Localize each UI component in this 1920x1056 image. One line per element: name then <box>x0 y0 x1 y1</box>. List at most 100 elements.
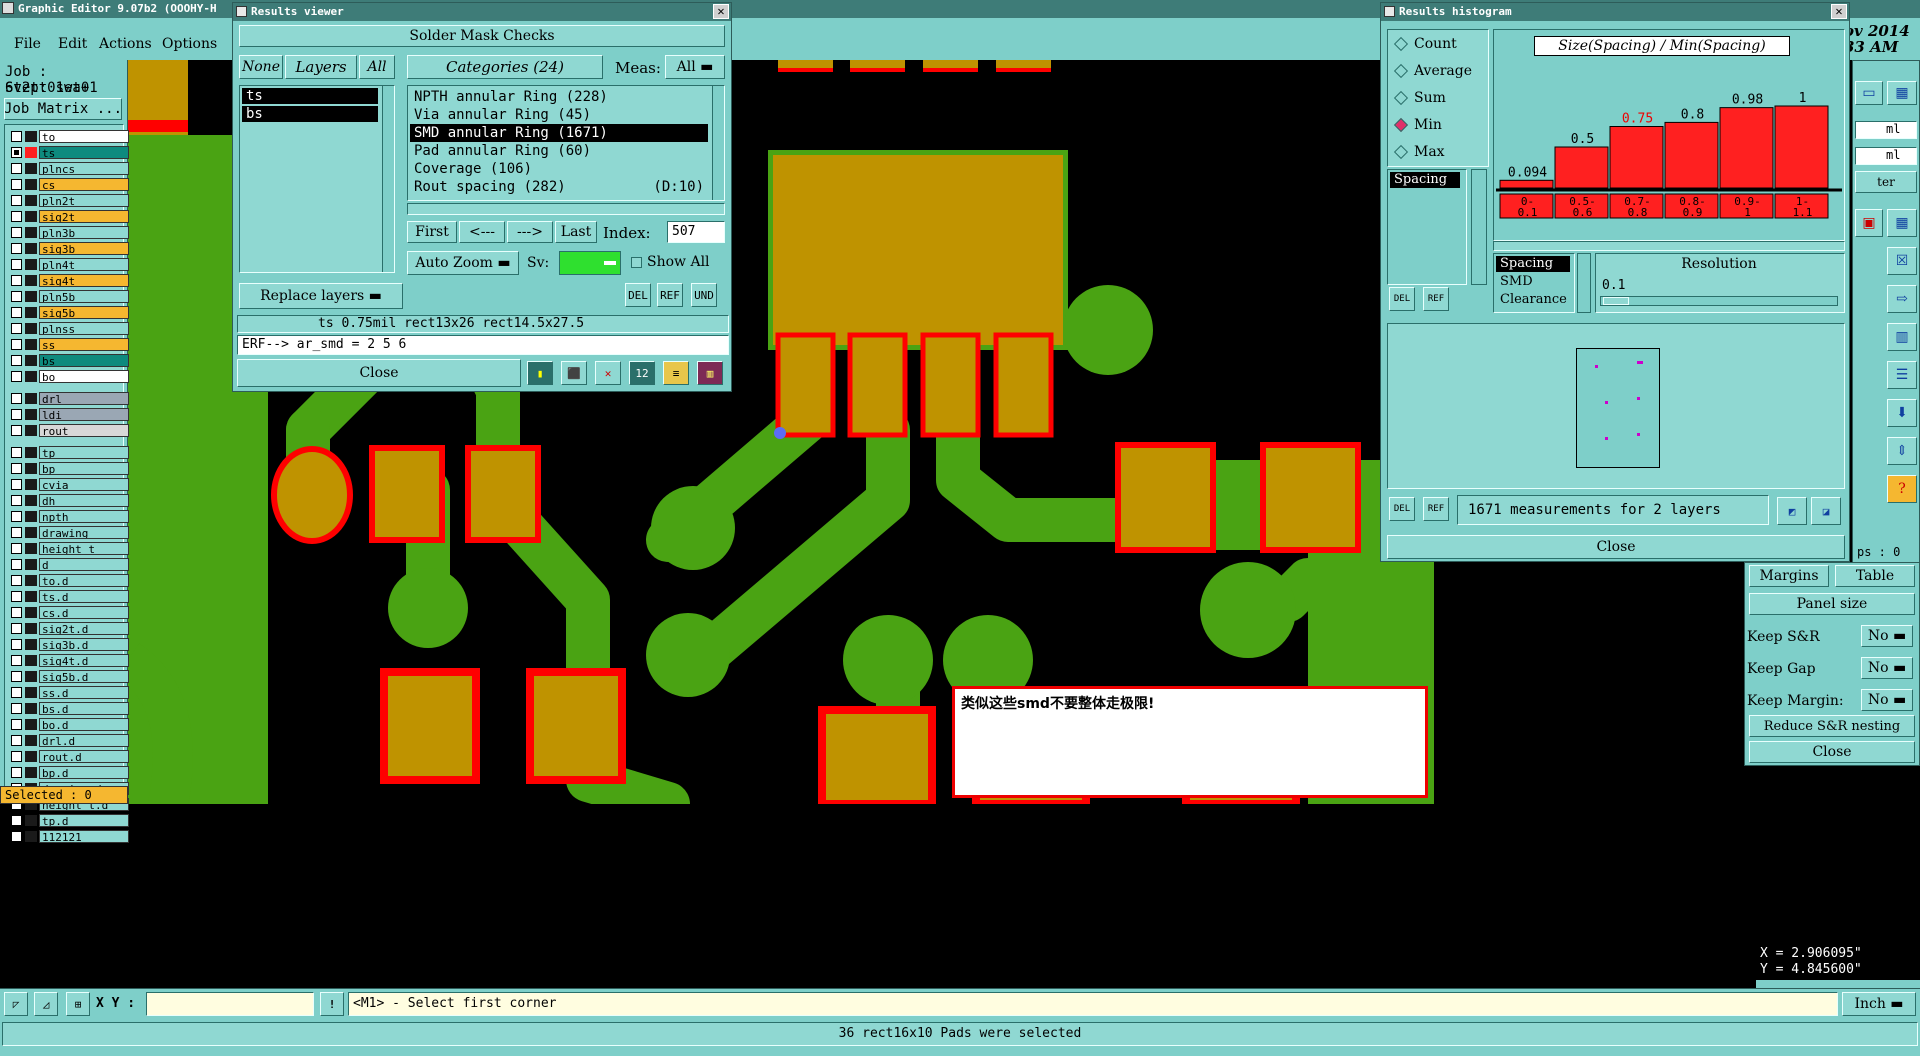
layer-checkbox[interactable] <box>11 718 22 730</box>
layer-name[interactable]: sig4t <box>39 273 129 287</box>
panel-close-button[interactable]: Close <box>1749 741 1915 763</box>
layer-checkbox[interactable] <box>11 446 22 458</box>
h-scrollbar[interactable] <box>407 203 725 215</box>
scrollbar[interactable] <box>382 86 394 272</box>
menu-file[interactable]: File <box>14 36 41 52</box>
category-item[interactable]: Coverage (106) <box>410 160 708 178</box>
layer-row-ss[interactable]: ss <box>11 337 129 351</box>
layer-name[interactable]: cs.d <box>39 605 129 619</box>
layer-row-bs[interactable]: bs <box>11 353 129 367</box>
layer-name[interactable]: pln4t <box>39 257 129 271</box>
list-item[interactable]: bs <box>242 106 378 122</box>
layer-row-bp[interactable]: bp <box>11 461 129 475</box>
layer-name[interactable]: rout.d <box>39 749 129 763</box>
layer-row-pln3b[interactable]: pln3b <box>11 225 129 239</box>
layer-row-ss-d[interactable]: ss.d <box>11 685 129 699</box>
layer-row-pln4t[interactable]: pln4t <box>11 257 129 271</box>
layer-row-sig5b-d[interactable]: sig5b.d <box>11 669 129 683</box>
layer-checkbox[interactable] <box>11 162 22 174</box>
radio-sum[interactable]: Sum <box>1392 88 1488 108</box>
annotation-note[interactable]: 类似这些smd不要整体走极限! <box>952 686 1428 798</box>
layer-name[interactable]: d <box>39 557 129 571</box>
layer-name[interactable]: to.d <box>39 573 129 587</box>
histogram-bar[interactable] <box>1554 146 1609 189</box>
tool-icon[interactable]: ▭ <box>1855 81 1883 105</box>
layer-row-sig3b-d[interactable]: sig3b.d <box>11 637 129 651</box>
results-close-button[interactable]: Close <box>237 359 521 387</box>
layer-checkbox[interactable] <box>11 590 22 602</box>
layer-name[interactable]: to <box>39 129 129 143</box>
field-list[interactable]: Spacing <box>1387 169 1467 285</box>
radio-min[interactable]: Min <box>1392 115 1488 135</box>
layer-checkbox[interactable] <box>11 408 22 420</box>
layer-name[interactable]: sig3b <box>39 241 129 255</box>
layer-row-ts[interactable]: ts <box>11 145 129 159</box>
layer-checkbox[interactable] <box>11 830 22 842</box>
layer-name[interactable]: cvia <box>39 477 129 491</box>
prev-button[interactable]: <--- <box>459 221 505 243</box>
layer-checkbox[interactable] <box>11 702 22 714</box>
keep-sr-dropdown[interactable]: No ▬ <box>1861 625 1913 647</box>
layer-row-to-d[interactable]: to.d <box>11 573 129 587</box>
category-item[interactable]: SMD annular Ring (1671) <box>410 124 708 142</box>
layer-row-cs-d[interactable]: cs.d <box>11 605 129 619</box>
layer-checkbox[interactable] <box>11 258 22 270</box>
radio-count[interactable]: Count <box>1392 34 1488 54</box>
layer-row-sig5b[interactable]: sig5b <box>11 305 129 319</box>
window-menu-icon[interactable] <box>236 6 247 17</box>
layer-checkbox[interactable] <box>11 686 22 698</box>
layer-name[interactable]: 112121 <box>39 829 129 843</box>
layer-name[interactable]: drawing <box>39 525 129 539</box>
category-item[interactable]: NPTH annular Ring (228) <box>410 88 708 106</box>
clear-icon[interactable]: ✕ <box>595 361 621 385</box>
tool-icon[interactable]: ▣ <box>1855 209 1883 237</box>
layer-name[interactable]: sig5b <box>39 305 129 319</box>
layer-row-cs[interactable]: cs <box>11 177 129 191</box>
scrollbar[interactable] <box>712 86 724 200</box>
layer-row-drl[interactable]: drl <box>11 391 129 405</box>
layer-name[interactable]: ts <box>39 145 129 159</box>
list-item[interactable]: ts <box>242 88 378 104</box>
arrow-down-icon[interactable]: ⬇ <box>1887 399 1917 427</box>
first-button[interactable]: First <box>407 221 457 243</box>
layer-checkbox[interactable] <box>11 734 22 746</box>
graph-alt-icon[interactable]: ◪ <box>1811 497 1841 525</box>
layer-checkbox[interactable] <box>11 338 22 350</box>
window-menu-icon[interactable] <box>1384 6 1395 17</box>
layer-name[interactable]: ldi <box>39 407 129 421</box>
histogram-bar[interactable] <box>1609 126 1664 189</box>
layer-row-rout[interactable]: rout <box>11 423 129 437</box>
xy-input[interactable] <box>146 992 314 1016</box>
layer-row-tp-d[interactable]: tp.d <box>11 813 129 827</box>
layer-row-sig3b[interactable]: sig3b <box>11 241 129 255</box>
layer-name[interactable]: bo.d <box>39 717 129 731</box>
histogram-titlebar[interactable]: Results histogram ✕ <box>1381 3 1849 21</box>
layer-checkbox[interactable] <box>11 274 22 286</box>
exclamation-icon[interactable]: ! <box>320 992 344 1016</box>
layer-row-pln5b[interactable]: pln5b <box>11 289 129 303</box>
layer-checkbox[interactable] <box>11 654 22 666</box>
histogram-bar[interactable] <box>1499 179 1554 189</box>
layer-row-112121[interactable]: 112121 <box>11 829 129 843</box>
layer-name[interactable]: bo <box>39 369 129 383</box>
layer-checkbox[interactable] <box>11 322 22 334</box>
layer-checkbox[interactable] <box>11 670 22 682</box>
layer-row-drawing[interactable]: drawing <box>11 525 129 539</box>
categories-list[interactable]: NPTH annular Ring (228) Via annular Ring … <box>407 85 725 201</box>
table-button[interactable]: Table <box>1835 565 1915 587</box>
select-tool-icon[interactable]: ◸ <box>4 992 28 1016</box>
grid-small-icon[interactable]: ▥ <box>1887 323 1917 351</box>
graph-icon[interactable]: ◩ <box>1777 497 1807 525</box>
filter-dropdown[interactable]: ter <box>1855 171 1917 193</box>
show-all-checkbox[interactable] <box>631 257 642 268</box>
layer-row-pln2t[interactable]: pln2t <box>11 193 129 207</box>
reduce-sr-button[interactable]: Reduce S&R nesting <box>1749 715 1915 737</box>
measure-list[interactable]: Spacing SMD Clearance <box>1493 253 1575 313</box>
arrow-up-down-icon[interactable]: ⇕ <box>1887 437 1917 465</box>
layer-checkbox[interactable] <box>11 194 22 206</box>
layer-checkbox[interactable] <box>11 306 22 318</box>
layer-checkbox[interactable] <box>11 370 22 382</box>
layer-name[interactable]: sig3b.d <box>39 637 129 651</box>
layer-checkbox[interactable] <box>11 750 22 762</box>
layer-name[interactable]: pln5b <box>39 289 129 303</box>
